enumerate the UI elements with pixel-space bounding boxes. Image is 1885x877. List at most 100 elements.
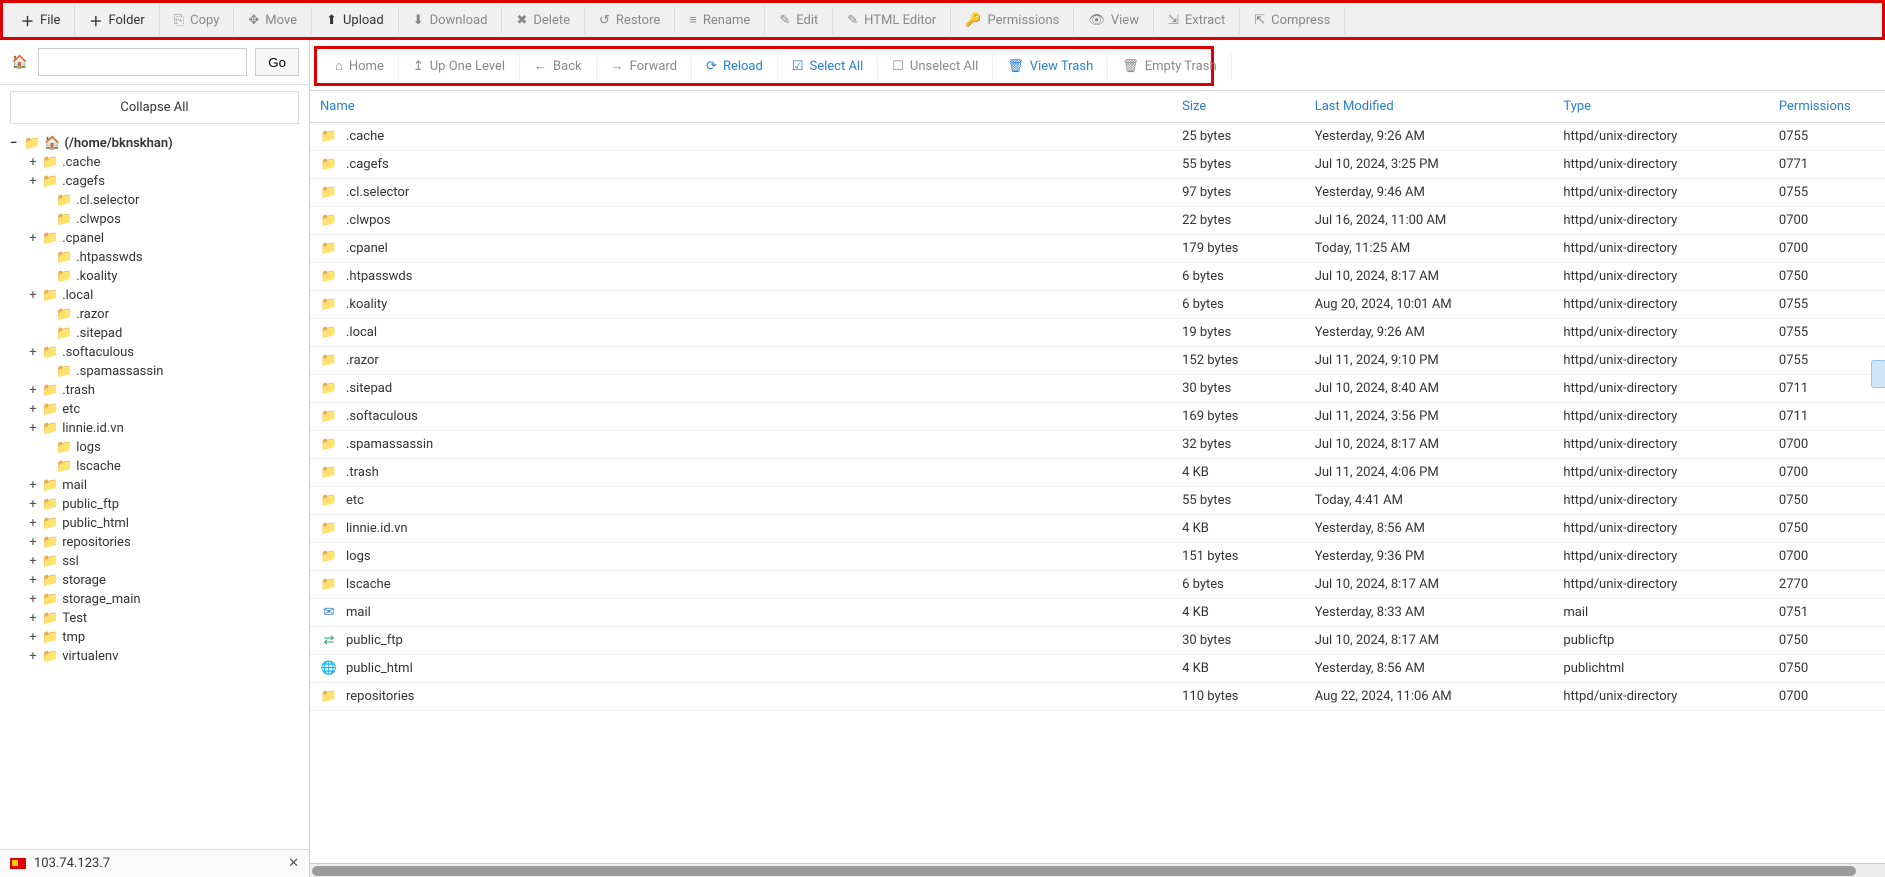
table-row[interactable]: .htpasswds6 bytesJul 10, 2024, 8:17 AMht… bbox=[310, 263, 1885, 291]
extract-button[interactable]: Extract bbox=[1154, 7, 1240, 34]
table-row[interactable]: .spamassassin32 bytesJul 10, 2024, 8:17 … bbox=[310, 431, 1885, 459]
expand-icon[interactable]: + bbox=[28, 573, 38, 588]
reload-button[interactable]: Reload bbox=[692, 53, 778, 80]
tree-item[interactable]: +Test bbox=[28, 609, 309, 628]
table-row[interactable]: .cagefs55 bytesJul 10, 2024, 3:25 PMhttp… bbox=[310, 151, 1885, 179]
tree-item[interactable]: +mail bbox=[28, 476, 309, 495]
expand-icon[interactable]: + bbox=[28, 516, 38, 531]
table-row[interactable]: lscache6 bytesJul 10, 2024, 8:17 AMhttpd… bbox=[310, 571, 1885, 599]
col-type[interactable]: Type bbox=[1553, 91, 1769, 123]
tree-item[interactable]: +.cagefs bbox=[28, 172, 309, 191]
tree-item[interactable]: .koality bbox=[28, 267, 309, 286]
copy-button[interactable]: Copy bbox=[160, 7, 235, 34]
tree-item[interactable]: logs bbox=[28, 438, 309, 457]
expand-icon[interactable]: + bbox=[28, 421, 38, 436]
tree-root[interactable]: − (/home/bknskhan) bbox=[10, 134, 309, 153]
expand-icon[interactable]: + bbox=[28, 288, 38, 303]
rename-button[interactable]: Rename bbox=[675, 6, 765, 34]
tree-item[interactable]: .spamassassin bbox=[28, 362, 309, 381]
expand-icon[interactable]: + bbox=[28, 383, 38, 398]
table-row[interactable]: logs151 bytesYesterday, 9:36 PMhttpd/uni… bbox=[310, 543, 1885, 571]
tree-item[interactable]: +virtualenv bbox=[28, 647, 309, 666]
table-row[interactable]: linnie.id.vn4 KBYesterday, 8:56 AMhttpd/… bbox=[310, 515, 1885, 543]
table-row[interactable]: .razor152 bytesJul 11, 2024, 9:10 PMhttp… bbox=[310, 347, 1885, 375]
move-button[interactable]: Move bbox=[234, 7, 312, 34]
file-button[interactable]: File bbox=[7, 5, 75, 36]
collapse-all-button[interactable]: Collapse All bbox=[10, 91, 299, 124]
tree-item[interactable]: +storage_main bbox=[28, 590, 309, 609]
tree-item[interactable]: .htpasswds bbox=[28, 248, 309, 267]
edit-button[interactable]: Edit bbox=[765, 7, 833, 34]
path-input[interactable] bbox=[38, 48, 247, 76]
tree-item[interactable]: +linnie.id.vn bbox=[28, 419, 309, 438]
tree-item[interactable]: lscache bbox=[28, 457, 309, 476]
tree-item[interactable]: +etc bbox=[28, 400, 309, 419]
empty-trash-button[interactable]: Empty Trash bbox=[1108, 53, 1231, 80]
tree-item[interactable]: .clwpos bbox=[28, 210, 309, 229]
expand-icon[interactable]: + bbox=[28, 611, 38, 626]
table-row[interactable]: .clwpos22 bytesJul 16, 2024, 11:00 AMhtt… bbox=[310, 207, 1885, 235]
table-row[interactable]: .cache25 bytesYesterday, 9:26 AMhttpd/un… bbox=[310, 123, 1885, 151]
side-tab[interactable] bbox=[1871, 360, 1885, 388]
table-row[interactable]: public_ftp30 bytesJul 10, 2024, 8:17 AMp… bbox=[310, 627, 1885, 655]
expand-icon[interactable]: + bbox=[28, 497, 38, 512]
col-name[interactable]: Name bbox=[310, 91, 1172, 123]
tree-item[interactable]: +.trash bbox=[28, 381, 309, 400]
col-size[interactable]: Size bbox=[1172, 91, 1305, 123]
tree-item[interactable]: +public_html bbox=[28, 514, 309, 533]
home-button[interactable]: Home bbox=[321, 52, 399, 80]
expand-icon[interactable]: + bbox=[28, 592, 38, 607]
tree-item[interactable]: .razor bbox=[28, 305, 309, 324]
file-table-wrap[interactable]: Name Size Last Modified Type Permissions… bbox=[310, 90, 1885, 863]
tree-item[interactable]: .cl.selector bbox=[28, 191, 309, 210]
table-row[interactable]: .koality6 bytesAug 20, 2024, 10:01 AMhtt… bbox=[310, 291, 1885, 319]
folder-button[interactable]: Folder bbox=[75, 5, 159, 36]
expand-icon[interactable]: + bbox=[28, 478, 38, 493]
horizontal-scrollbar[interactable] bbox=[310, 863, 1885, 877]
col-modified[interactable]: Last Modified bbox=[1305, 91, 1554, 123]
compress-button[interactable]: Compress bbox=[1240, 7, 1345, 34]
collapse-icon[interactable]: − bbox=[10, 136, 20, 151]
expand-icon[interactable]: + bbox=[28, 231, 38, 246]
table-row[interactable]: repositories110 bytesAug 22, 2024, 11:06… bbox=[310, 683, 1885, 711]
expand-icon[interactable]: + bbox=[28, 630, 38, 645]
table-row[interactable]: .trash4 KBJul 11, 2024, 4:06 PMhttpd/uni… bbox=[310, 459, 1885, 487]
table-row[interactable]: .local19 bytesYesterday, 9:26 AMhttpd/un… bbox=[310, 319, 1885, 347]
html-editor-button[interactable]: HTML Editor bbox=[833, 7, 951, 34]
tree-item[interactable]: +.cpanel bbox=[28, 229, 309, 248]
table-row[interactable]: mail4 KBYesterday, 8:33 AMmail0751 bbox=[310, 599, 1885, 627]
view-button[interactable]: View bbox=[1074, 7, 1154, 34]
tree-item[interactable]: +.softaculous bbox=[28, 343, 309, 362]
up-one-level-button[interactable]: Up One Level bbox=[399, 53, 520, 80]
expand-icon[interactable]: + bbox=[28, 402, 38, 417]
unselect-all-button[interactable]: Unselect All bbox=[878, 53, 993, 80]
table-row[interactable]: etc55 bytesToday, 4:41 AMhttpd/unix-dire… bbox=[310, 487, 1885, 515]
tree-item[interactable]: .sitepad bbox=[28, 324, 309, 343]
download-button[interactable]: Download bbox=[399, 7, 503, 34]
tree-item[interactable]: +storage bbox=[28, 571, 309, 590]
delete-button[interactable]: Delete bbox=[502, 7, 585, 34]
expand-icon[interactable]: + bbox=[28, 155, 38, 170]
tree-item[interactable]: +tmp bbox=[28, 628, 309, 647]
table-row[interactable]: public_html4 KBYesterday, 8:56 AMpublich… bbox=[310, 655, 1885, 683]
select-all-button[interactable]: Select All bbox=[778, 53, 878, 80]
expand-icon[interactable]: + bbox=[28, 535, 38, 550]
expand-icon[interactable]: + bbox=[28, 554, 38, 569]
view-trash-button[interactable]: View Trash bbox=[993, 53, 1108, 80]
tree-item[interactable]: +ssl bbox=[28, 552, 309, 571]
restore-button[interactable]: Restore bbox=[585, 7, 675, 34]
close-connection-button[interactable]: ✕ bbox=[288, 856, 299, 871]
expand-icon[interactable]: + bbox=[28, 649, 38, 664]
tree-item[interactable]: +repositories bbox=[28, 533, 309, 552]
col-permissions[interactable]: Permissions bbox=[1769, 91, 1885, 123]
go-button[interactable]: Go bbox=[255, 48, 299, 76]
expand-icon[interactable]: + bbox=[28, 174, 38, 189]
forward-button[interactable]: Forward bbox=[597, 52, 692, 80]
upload-button[interactable]: Upload bbox=[312, 7, 399, 34]
tree-item[interactable]: +public_ftp bbox=[28, 495, 309, 514]
tree-item[interactable]: +.local bbox=[28, 286, 309, 305]
table-row[interactable]: .softaculous169 bytesJul 11, 2024, 3:56 … bbox=[310, 403, 1885, 431]
table-row[interactable]: .cpanel179 bytesToday, 11:25 AMhttpd/uni… bbox=[310, 235, 1885, 263]
back-button[interactable]: Back bbox=[520, 52, 597, 80]
expand-icon[interactable]: + bbox=[28, 345, 38, 360]
